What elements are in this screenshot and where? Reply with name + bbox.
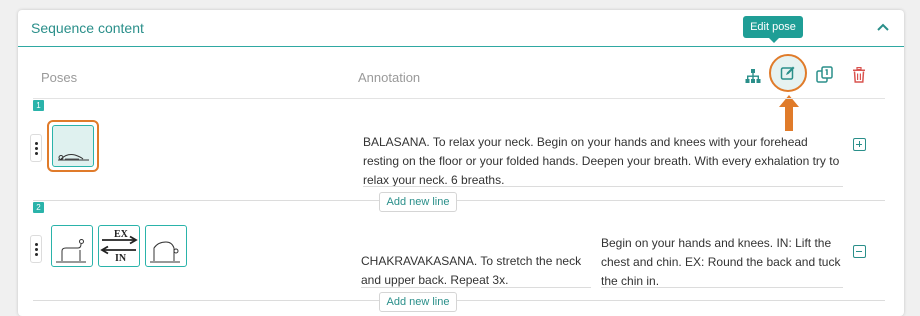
trash-icon[interactable]: [847, 63, 871, 87]
arrow-up-icon: [779, 95, 799, 136]
ex-in-breath-icon[interactable]: EX IN: [98, 225, 140, 267]
add-new-line-button[interactable]: Add new line: [379, 192, 457, 212]
breath-in-label: IN: [115, 253, 127, 264]
minus-square-icon[interactable]: [853, 245, 866, 258]
pose-thumbnail-selected[interactable]: [47, 120, 99, 172]
row-divider: [33, 300, 885, 301]
annotation-underline: [361, 287, 591, 288]
row-2-annotation-secondary[interactable]: Begin on your hands and knees. IN: Lift …: [601, 234, 846, 291]
breath-ex-label: EX: [114, 229, 129, 240]
drag-handle[interactable]: [30, 134, 42, 162]
row-number-badge: 2: [33, 202, 44, 213]
plus-square-icon[interactable]: [853, 138, 866, 151]
hierarchy-icon[interactable]: [741, 64, 765, 88]
balasana-pose-icon[interactable]: [52, 125, 94, 167]
panel-title: Sequence content: [31, 20, 144, 36]
cow-pose-icon[interactable]: [145, 225, 187, 267]
chevron-up-icon[interactable]: [874, 18, 892, 36]
edit-icon[interactable]: [776, 61, 800, 85]
annotation-underline: [363, 186, 843, 187]
row-1-annotation[interactable]: BALASANA. To relax your neck. Begin on y…: [363, 133, 843, 190]
row-2-annotation[interactable]: CHAKRAVAKASANA. To stretch the neck and …: [361, 252, 593, 290]
row-divider: [33, 200, 885, 201]
annotation-column-header: Annotation: [358, 70, 421, 85]
header-divider: [33, 98, 885, 99]
drag-handle[interactable]: [30, 235, 42, 263]
row-number-badge: 1: [33, 100, 44, 111]
sequence-content-panel: Sequence content Poses Annotation 1 BALA…: [18, 10, 904, 316]
add-new-line-button[interactable]: Add new line: [379, 292, 457, 312]
annotation-underline: [601, 287, 843, 288]
edit-pose-tooltip: Edit pose: [743, 16, 803, 43]
duplicate-icon[interactable]: [813, 63, 837, 87]
poses-column-header: Poses: [41, 70, 78, 85]
cat-pose-icon[interactable]: [51, 225, 93, 267]
